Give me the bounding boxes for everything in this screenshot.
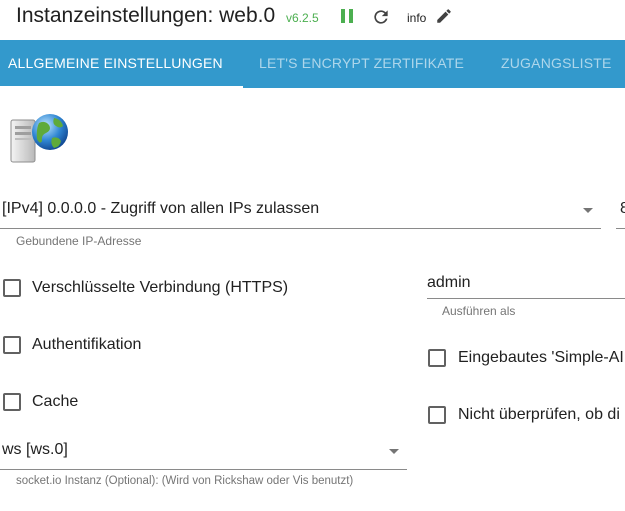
bind-ip-value: [IPv4] 0.0.0.0 - Zugriff von allen IPs z… xyxy=(2,200,320,217)
chevron-down-icon xyxy=(389,449,399,454)
bind-ip-helper: Gebundene IP-Adresse xyxy=(16,234,142,248)
reload-icon[interactable] xyxy=(371,7,391,27)
auth-checkbox[interactable] xyxy=(3,336,21,354)
socketio-value: ws [ws.0] xyxy=(2,441,68,458)
socketio-select[interactable]: ws [ws.0] xyxy=(0,437,407,470)
cache-checkbox[interactable] xyxy=(3,393,21,411)
active-tab-indicator xyxy=(0,86,243,88)
socketio-helper: socket.io Instanz (Optional): (Wird von … xyxy=(16,475,354,487)
port-value: 8 xyxy=(620,200,625,218)
run-as-field[interactable]: admin xyxy=(427,266,625,299)
edit-icon[interactable] xyxy=(435,7,453,25)
info-button[interactable]: info xyxy=(407,11,426,25)
cache-label: Cache xyxy=(32,393,79,410)
tab-bar: ALLGEMEINE EINSTELLUNGEN LET'S ENCRYPT Z… xyxy=(0,40,625,88)
web-server-globe-icon xyxy=(10,114,68,163)
version-label: v6.2.5 xyxy=(286,11,319,25)
page-title: Instanzeinstellungen: web.0 xyxy=(16,4,276,27)
https-label: Verschlüsselte Verbindung (HTTPS) xyxy=(32,279,289,296)
tab-lets-encrypt[interactable]: LET'S ENCRYPT ZERTIFIKATE xyxy=(259,40,464,88)
bind-ip-select[interactable]: [IPv4] 0.0.0.0 - Zugriff von allen IPs z… xyxy=(0,196,601,229)
tab-general-settings[interactable]: ALLGEMEINE EINSTELLUNGEN xyxy=(8,40,223,88)
https-checkbox[interactable] xyxy=(3,279,21,297)
tab-access-list[interactable]: ZUGANGSLISTE xyxy=(501,40,612,88)
port-field[interactable]: 8 xyxy=(616,196,625,229)
chevron-down-icon xyxy=(583,208,593,213)
simple-api-label: Eingebautes 'Simple-AI xyxy=(458,349,624,366)
run-as-helper: Ausführen als xyxy=(442,304,516,318)
run-as-value: admin xyxy=(427,274,471,291)
auth-label: Authentifikation xyxy=(32,336,142,353)
pause-icon[interactable] xyxy=(340,9,354,23)
simple-api-checkbox[interactable] xyxy=(428,349,446,367)
title-bar: Instanzeinstellungen: web.0 v6.2.5 info xyxy=(0,0,625,40)
no-check-checkbox[interactable] xyxy=(428,406,446,424)
no-check-label: Nicht überprüfen, ob di xyxy=(458,406,620,423)
